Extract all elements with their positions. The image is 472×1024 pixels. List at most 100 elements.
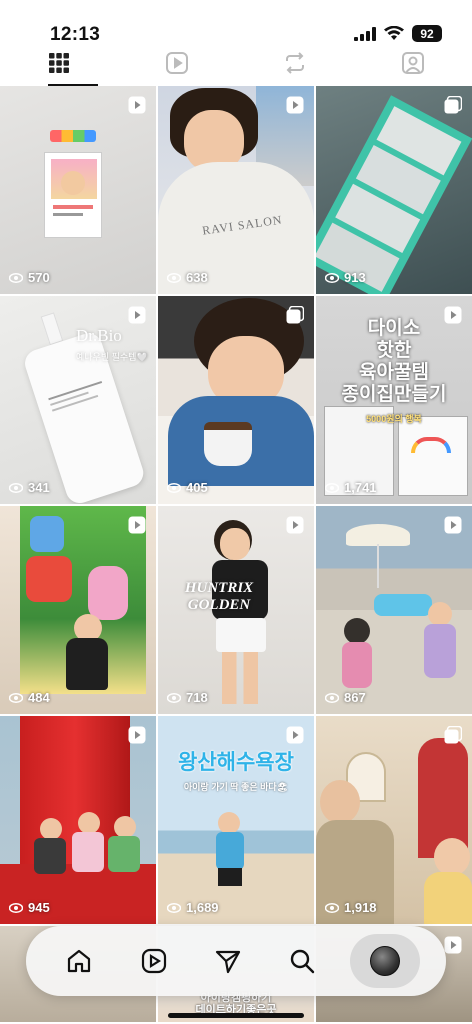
wifi-icon [384, 26, 404, 40]
child-body [424, 872, 472, 924]
home-indicator [168, 1013, 304, 1018]
reel-badge-icon [444, 936, 462, 954]
reel-badge-icon [286, 96, 304, 114]
nav-messages-button[interactable] [201, 934, 255, 988]
view-count: 638 [167, 270, 208, 285]
view-count: 867 [325, 690, 366, 705]
kiddie-pool [374, 594, 432, 616]
eye-icon [167, 272, 181, 283]
post-tile[interactable]: 913 [316, 86, 472, 294]
post-tile[interactable]: 484 [0, 506, 156, 714]
view-count-value: 913 [344, 270, 366, 285]
eye-icon [325, 692, 339, 703]
eye-icon [167, 902, 181, 913]
view-count-value: 1,918 [344, 900, 377, 915]
reel-badge-icon [128, 516, 146, 534]
view-count-value: 638 [186, 270, 208, 285]
posts-grid: 570 RAVI SALON 638 913 Dr.Bio 예나우빈 필수템🤍 … [0, 86, 472, 1022]
status-icons: 92 [354, 25, 442, 42]
battery-indicator: 92 [412, 25, 442, 42]
tagged-person-icon [402, 52, 424, 74]
eye-icon [9, 272, 23, 283]
red-base [0, 864, 156, 924]
post-caption-subtitle: 예나우빈 필수템🤍 [76, 352, 148, 362]
child-figure-1 [344, 618, 370, 644]
reel-badge-icon [128, 306, 146, 324]
nav-search-button[interactable] [275, 934, 329, 988]
child-head [434, 838, 470, 876]
view-count-value: 718 [186, 690, 208, 705]
post-tile[interactable]: 867 [316, 506, 472, 714]
view-count: 484 [9, 690, 50, 705]
child-figure-1 [40, 818, 62, 840]
view-count: 405 [167, 480, 208, 495]
view-count: 570 [9, 270, 50, 285]
post-tile[interactable]: 다이소 핫한 육아꿀템 종이집만들기 5000원의 행복 1,741 [316, 296, 472, 504]
post-caption-subtitle: 5000원의 행복 [366, 414, 422, 424]
cellular-signal-icon [354, 26, 376, 41]
nav-reels-button[interactable] [127, 934, 181, 988]
child-body-2 [424, 624, 456, 678]
child-figure-2 [78, 812, 100, 834]
post-tile[interactable]: Dr.Bio 예나우빈 필수템🤍 341 [0, 296, 156, 504]
home-icon [68, 949, 91, 973]
post-caption-title: 왕산해수욕장 [178, 751, 294, 774]
view-count: 1,741 [325, 480, 377, 495]
post-caption-title: 다이소 핫한 육아꿀템 종이집만들기 [341, 318, 447, 405]
eye-icon [9, 902, 23, 913]
reel-badge-icon [128, 96, 146, 114]
eye-icon [325, 482, 339, 493]
post-tile[interactable]: 왕산해수욕장 아이랑 가기 딱 좋은 바다🏖 1,689 [158, 716, 314, 924]
reel-badge-icon [286, 726, 304, 744]
post-tile[interactable]: RAVI SALON 638 [158, 86, 314, 294]
eye-icon [9, 482, 23, 493]
child-face [220, 528, 250, 560]
child-body-2 [72, 832, 104, 872]
child-body-1 [342, 642, 372, 688]
status-time: 12:13 [50, 24, 101, 45]
post-tile[interactable]: 570 [0, 86, 156, 294]
view-count-value: 570 [28, 270, 50, 285]
post-tile[interactable]: 405 [158, 296, 314, 504]
post-caption-title: HUNTRIX GOLDEN [184, 580, 254, 613]
view-count-value: 1,741 [344, 480, 377, 495]
reels-icon [166, 52, 188, 74]
carousel-badge-icon [286, 306, 304, 324]
nav-home-button[interactable] [52, 934, 106, 988]
carousel-badge-icon [444, 96, 462, 114]
eye-icon [167, 482, 181, 493]
post-tile[interactable]: HUNTRIX GOLDEN 718 [158, 506, 314, 714]
view-count-value: 405 [186, 480, 208, 495]
send-icon [215, 950, 241, 974]
child-body [216, 832, 244, 870]
adult-head [320, 780, 360, 824]
child-body [66, 638, 108, 690]
child-shorts [218, 868, 242, 886]
eye-icon [9, 692, 23, 703]
search-icon [291, 949, 315, 974]
product-logo [50, 130, 96, 142]
status-bar: 12:13 92 [0, 0, 472, 50]
post-caption-subtitle: 아이랑 가기 딱 좋은 바다🏖 [183, 782, 289, 792]
view-count-value: 945 [28, 900, 50, 915]
post-tile[interactable]: 945 [0, 716, 156, 924]
view-count: 913 [325, 270, 366, 285]
view-count: 341 [9, 480, 50, 495]
screen: 12:13 92 570 RAVI SALON 638 913 Dr.Bio 예… [0, 0, 472, 1024]
nav-profile-button[interactable] [349, 934, 420, 988]
reel-badge-icon [286, 516, 304, 534]
child-body-3 [108, 836, 140, 872]
reel-badge-icon [128, 726, 146, 744]
eye-icon [325, 272, 339, 283]
reel-badge-icon [444, 306, 462, 324]
child-figure-2 [428, 602, 452, 626]
reel-badge-icon [444, 516, 462, 534]
grid-icon [49, 53, 69, 73]
child-figure-3 [114, 816, 136, 838]
post-tile[interactable]: 1,918 [316, 716, 472, 924]
decorated-house [398, 416, 468, 496]
post-caption-title: Dr.Bio [76, 326, 122, 345]
beach-umbrella [346, 524, 410, 546]
view-count-value: 341 [28, 480, 50, 495]
eye-icon [167, 692, 181, 703]
